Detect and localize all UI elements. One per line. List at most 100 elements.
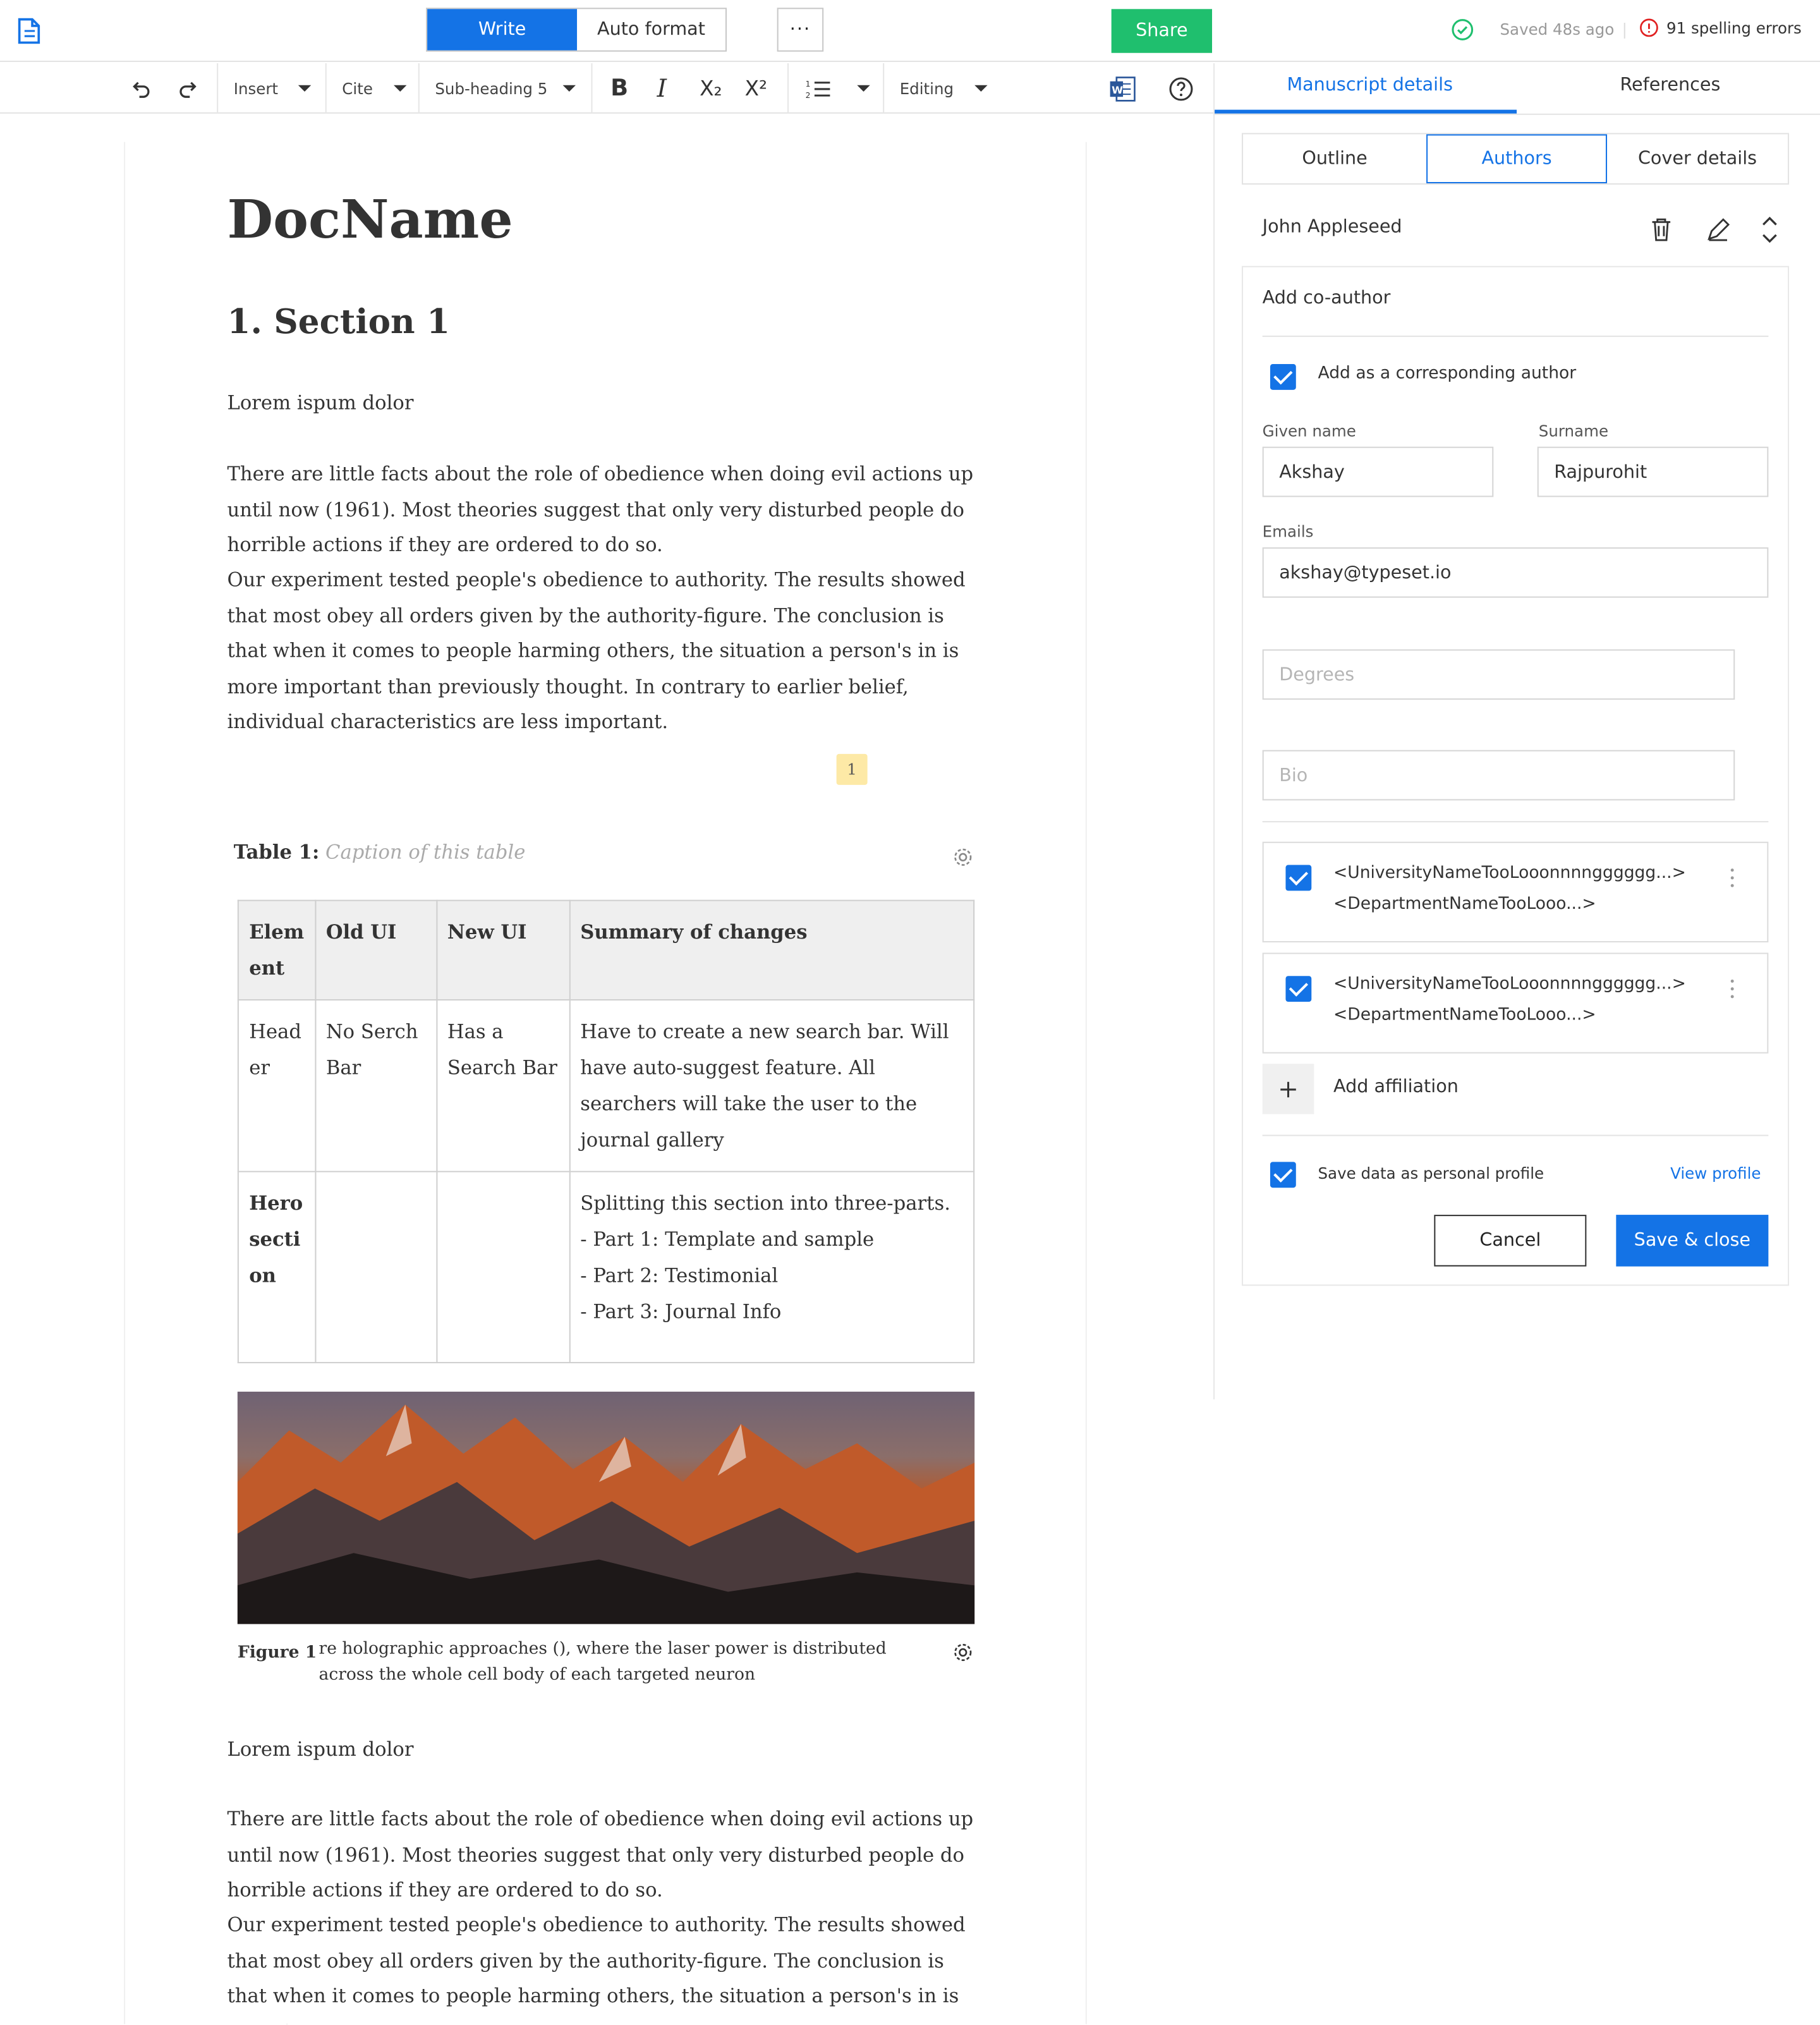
insert-label: Insert — [233, 79, 279, 98]
chevron-down-icon — [562, 85, 576, 92]
corresponding-author-checkbox[interactable] — [1270, 364, 1296, 390]
affiliation-item[interactable]: <UniversityNameTooLooonnnngggggg...> <De… — [1262, 952, 1769, 1054]
italic-button[interactable]: I — [657, 63, 667, 114]
table-row: Hero secti on Splitting this section int… — [237, 1171, 975, 1363]
write-mode-button[interactable]: Write — [427, 9, 578, 51]
add-affiliation-link[interactable]: Add affiliation — [1333, 1077, 1459, 1098]
chevron-down-icon — [857, 85, 870, 92]
redo-icon[interactable] — [176, 78, 199, 101]
saved-text: Saved 48s ago — [1500, 20, 1615, 39]
text-style-dropdown[interactable]: Sub-heading 5 — [435, 63, 576, 114]
subtab-outline[interactable]: Outline — [1243, 134, 1426, 183]
kebab-menu-icon[interactable] — [1728, 977, 1736, 1000]
table-caption-input[interactable]: Caption of this table — [325, 841, 525, 864]
table-header-cell[interactable]: Summary of changes — [568, 899, 975, 1001]
tab-manuscript-details[interactable]: Manuscript details — [1287, 75, 1453, 95]
comment-badge[interactable]: 1 — [836, 753, 868, 785]
table-cell-line: - Part 1: Template and sample — [580, 1227, 875, 1251]
spelling-errors[interactable]: 91 spelling errors — [1639, 18, 1802, 38]
figure-settings-gear-icon[interactable] — [951, 1641, 974, 1664]
table-cell[interactable] — [314, 1171, 437, 1363]
trash-icon[interactable] — [1649, 217, 1673, 243]
affiliation-department: <DepartmentNameTooLooo...> — [1333, 894, 1596, 915]
svg-text:1: 1 — [806, 79, 811, 88]
reorder-arrows-icon[interactable] — [1759, 214, 1780, 245]
auto-format-button[interactable]: Auto format — [577, 9, 725, 50]
insert-dropdown[interactable]: Insert — [234, 63, 312, 114]
table-cell[interactable] — [435, 1171, 570, 1363]
numbered-list-icon: 12 — [806, 79, 830, 99]
affiliation-checkbox[interactable] — [1285, 976, 1312, 1002]
table-settings-gear-icon[interactable] — [951, 846, 974, 869]
table-cell[interactable]: Hero secti on — [237, 1171, 316, 1363]
edit-pen-icon[interactable] — [1705, 217, 1731, 243]
kebab-menu-icon[interactable] — [1728, 867, 1736, 890]
paragraph[interactable]: There are little facts about the role of… — [227, 457, 978, 564]
subtab-authors[interactable]: Authors — [1426, 134, 1608, 184]
save-profile-checkbox[interactable] — [1270, 1162, 1296, 1188]
table-cell-line: Splitting this section into three-parts. — [580, 1191, 950, 1215]
superscript-button[interactable]: X² — [745, 63, 767, 114]
panel-subtabs: Outline Authors Cover details — [1241, 133, 1790, 185]
plus-icon — [1280, 1081, 1296, 1097]
existing-author-name[interactable]: John Appleseed — [1263, 217, 1402, 238]
table-header-cell[interactable]: Elem ent — [237, 899, 316, 1001]
divider — [1262, 336, 1769, 338]
figure-image[interactable] — [237, 1391, 975, 1624]
editor-toolbar: Insert Cite Sub-heading 5 B I X₂ X² 12 E… — [0, 63, 1214, 114]
subtab-cover-details[interactable]: Cover details — [1607, 134, 1788, 183]
section-heading[interactable]: 1. Section 1 — [227, 303, 450, 342]
table-cell[interactable]: Head er — [237, 999, 316, 1172]
tab-divider — [1215, 113, 1820, 115]
paragraph[interactable]: Our experiment tested people's obedience… — [227, 1908, 978, 2024]
table-header-cell[interactable]: Old UI — [314, 899, 437, 1001]
add-affiliation-plus-button[interactable] — [1262, 1064, 1314, 1114]
chevron-down-icon — [298, 85, 312, 92]
table-cell[interactable]: Has a Search Bar — [435, 999, 570, 1172]
surname-input[interactable]: Rajpurohit — [1537, 446, 1769, 497]
table-caption: Table 1: Caption of this table — [234, 841, 526, 864]
divider — [1262, 1134, 1769, 1136]
divider — [1262, 821, 1769, 823]
table-cell[interactable]: No Serch Bar — [314, 999, 437, 1172]
cite-label: Cite — [342, 79, 373, 98]
affiliation-department: <DepartmentNameTooLooo...> — [1333, 1006, 1596, 1025]
given-name-input[interactable]: Akshay — [1262, 446, 1494, 497]
paragraph[interactable]: Lorem ispum dolor — [227, 386, 978, 422]
more-options-button[interactable]: ··· — [777, 8, 824, 52]
share-button[interactable]: Share — [1111, 9, 1213, 53]
undo-icon[interactable] — [130, 78, 154, 101]
degrees-input[interactable]: Degrees — [1262, 649, 1735, 700]
paragraph[interactable]: Our experiment tested people's obedience… — [227, 563, 978, 741]
surname-label: Surname — [1538, 422, 1609, 441]
figure-caption[interactable]: re holographic approaches (), where the … — [319, 1637, 932, 1689]
paragraph[interactable]: Lorem ispum dolor — [227, 1732, 978, 1768]
table-header-cell[interactable]: New UI — [435, 899, 570, 1001]
affiliation-item[interactable]: <UniversityNameTooLooonnnngggggg...> <De… — [1262, 841, 1769, 943]
list-dropdown[interactable]: 12 — [806, 63, 870, 114]
editing-mode-dropdown[interactable]: Editing — [900, 63, 988, 114]
help-icon[interactable] — [1168, 76, 1194, 102]
save-close-button[interactable]: Save & close — [1616, 1215, 1769, 1267]
cite-dropdown[interactable]: Cite — [342, 63, 407, 114]
check-circle-icon — [1452, 19, 1474, 40]
document-title[interactable]: DocName — [227, 188, 513, 250]
table-cell[interactable]: Splitting this section into three-parts.… — [568, 1171, 975, 1363]
bio-input[interactable]: Bio — [1262, 750, 1735, 801]
cancel-button[interactable]: Cancel — [1434, 1215, 1587, 1267]
email-input[interactable]: akshay@typeset.io — [1262, 547, 1769, 598]
corresponding-author-label: Add as a corresponding author — [1318, 364, 1577, 384]
error-info-icon — [1640, 18, 1658, 37]
app-logo-icon[interactable] — [16, 16, 47, 47]
affiliation-checkbox[interactable] — [1285, 865, 1312, 891]
table-cell[interactable]: Have to create a new search bar. Will ha… — [568, 999, 975, 1172]
text-style-label: Sub-heading 5 — [435, 79, 548, 98]
view-profile-link[interactable]: View profile — [1670, 1164, 1761, 1183]
paragraph[interactable]: There are little facts about the role of… — [227, 1802, 978, 1909]
subscript-button[interactable]: X₂ — [700, 63, 722, 114]
affiliation-university: <UniversityNameTooLooonnnngggggg...> — [1333, 975, 1686, 994]
word-export-icon[interactable]: W — [1109, 75, 1138, 103]
tab-references[interactable]: References — [1620, 75, 1720, 95]
bold-button[interactable]: B — [610, 63, 628, 114]
data-table: Elem ent Old UI New UI Summary of change… — [237, 899, 975, 1363]
